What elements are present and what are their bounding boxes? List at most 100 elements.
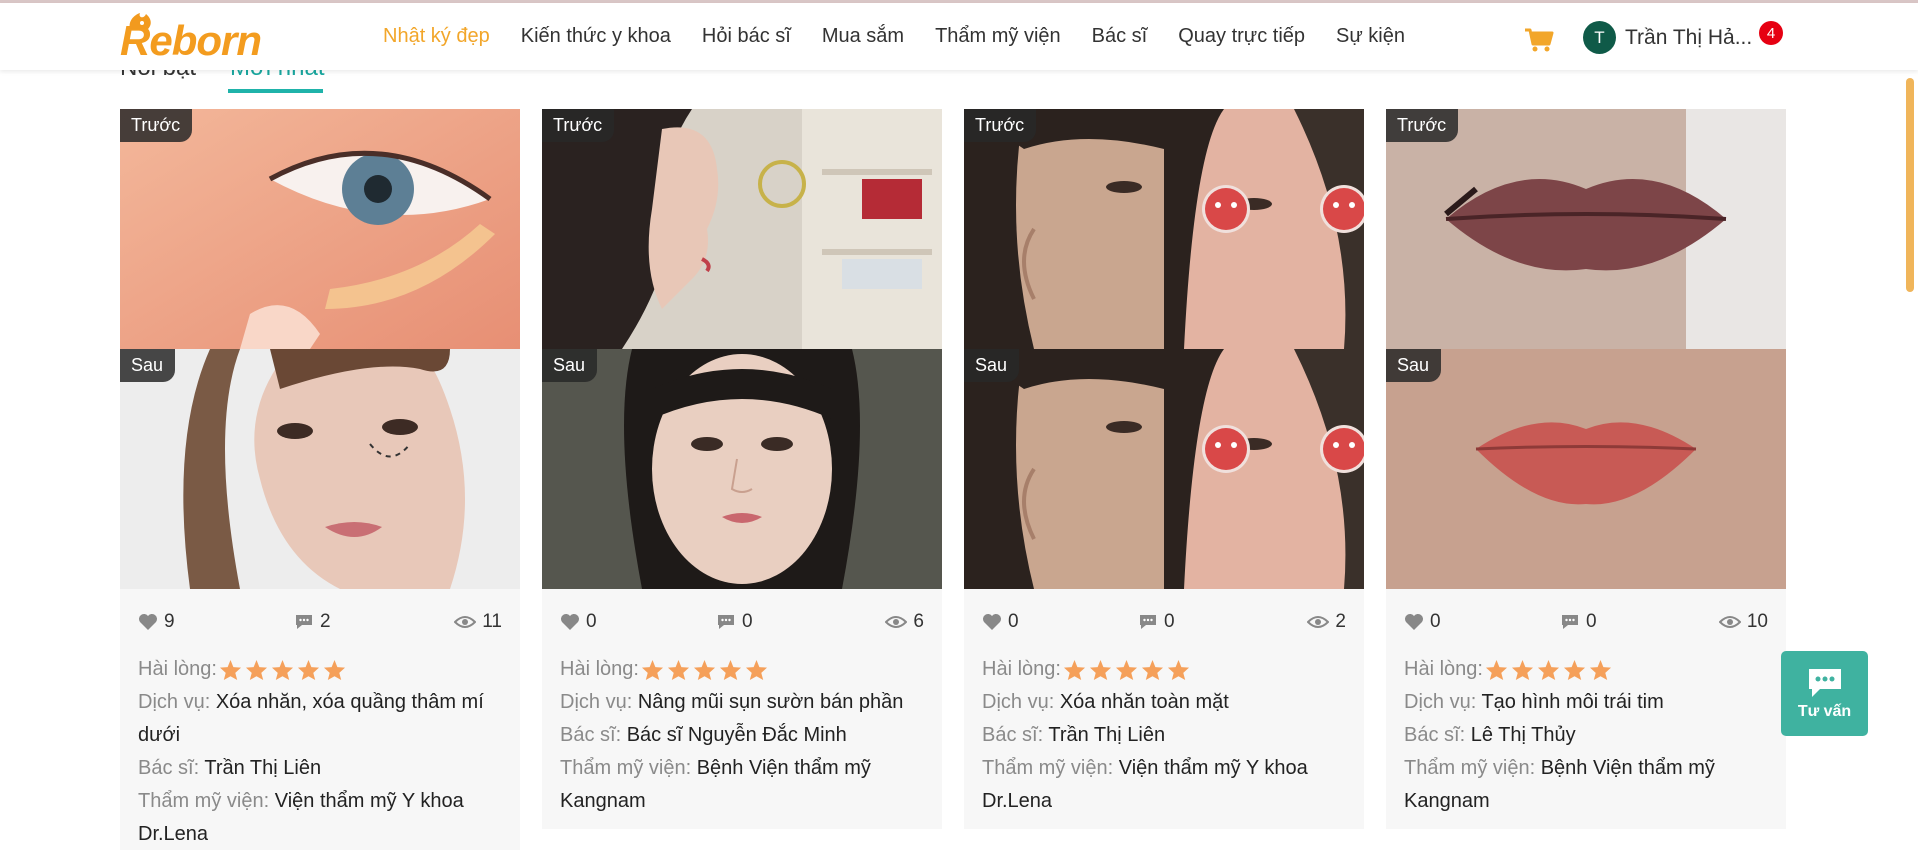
doctor-value[interactable]: Trần Thị Liên [1048, 724, 1165, 746]
like-count[interactable]: 0 [982, 611, 1019, 633]
heart-icon [1405, 614, 1423, 630]
front-face-photo [542, 349, 942, 589]
star-icon [641, 659, 663, 680]
user-menu[interactable]: T Trần Thị Hả... [1583, 21, 1752, 54]
star-icon [1167, 659, 1189, 680]
view-count: 2 [1307, 611, 1346, 633]
like-count[interactable]: 0 [1404, 611, 1441, 633]
after-tag: Sau [1386, 349, 1442, 382]
cart-icon[interactable] [1524, 27, 1554, 53]
card-info: Hài lòng: Dịch vụ: Xóa nhăn, xóa quầng t… [138, 653, 508, 850]
notification-badge[interactable]: 4 [1759, 21, 1783, 45]
nav-ask-doctor[interactable]: Hỏi bác sĩ [702, 25, 791, 48]
star-icon [245, 659, 267, 680]
card-stats: 0 0 2 [982, 611, 1346, 637]
before-tag: Trước [120, 109, 193, 142]
like-count[interactable]: 9 [138, 611, 175, 633]
comment-count[interactable]: 0 [716, 611, 753, 633]
nav-shopping[interactable]: Mua sắm [822, 25, 904, 48]
after-tag: Sau [120, 349, 176, 382]
view-count: 10 [1718, 611, 1768, 633]
card-stats: 0 0 6 [560, 611, 924, 637]
card-info: Hài lòng: Dịch vụ: Xóa nhăn toàn mặt Bác… [982, 653, 1352, 818]
before-tag: Trước [964, 109, 1037, 142]
service-line: Dịch vụ: Tạo hình môi trái tim [1404, 691, 1664, 713]
before-photo[interactable]: Trước [964, 109, 1364, 349]
comment-icon [296, 615, 312, 629]
star-icon [1485, 659, 1507, 680]
card-stats: 9 2 11 [138, 611, 502, 637]
heart-icon [139, 614, 157, 630]
nav-events[interactable]: Sự kiện [1336, 25, 1405, 48]
after-photo[interactable]: Sau [120, 349, 520, 589]
consult-label: Tư vấn [1797, 702, 1852, 720]
eye-icon [454, 616, 477, 628]
satisfaction-rating: Hài lòng: [982, 653, 1352, 686]
star-rating [641, 659, 768, 681]
comment-count[interactable]: 0 [1560, 611, 1597, 633]
before-photo[interactable]: Trước [1386, 109, 1786, 349]
card-info: Hài lòng: Dịch vụ: Nâng mũi sụn sườn bán… [560, 653, 930, 818]
comment-count[interactable]: 2 [294, 611, 331, 633]
comment-icon [1562, 615, 1578, 629]
doctor-line: Bác sĩ: Trần Thị Liên [982, 724, 1166, 746]
star-icon [1537, 659, 1559, 680]
after-tag: Sau [964, 349, 1020, 382]
star-icon [323, 659, 345, 680]
nav-doctors[interactable]: Bác sĩ [1092, 25, 1148, 48]
view-count: 6 [885, 611, 924, 633]
user-name: Trần Thị Hả... [1625, 25, 1753, 49]
nav-live[interactable]: Quay trực tiếp [1178, 25, 1305, 48]
before-tag: Trước [1386, 109, 1459, 142]
star-icon [1063, 659, 1085, 680]
eye-icon [1307, 616, 1330, 628]
after-photo[interactable]: Sau [1386, 349, 1786, 589]
doctor-value[interactable]: Bác sĩ Nguyễn Đắc Minh [627, 724, 847, 746]
star-icon [1141, 659, 1163, 680]
star-icon [1563, 659, 1585, 680]
side-profile-photo [542, 109, 942, 349]
clinic-line: Thẩm mỹ viện: Bệnh Viện thẩm mỹ Kangnam [1404, 757, 1715, 812]
like-count[interactable]: 0 [560, 611, 597, 633]
diary-card[interactable]: Trước Sau 0 0 10 Hài lòng: Dịch vụ: Tạo … [1386, 109, 1786, 829]
star-rating [1063, 659, 1190, 681]
view-count: 11 [454, 611, 502, 633]
before-photo[interactable]: Trước [542, 109, 942, 349]
doctor-line: Bác sĩ: Lê Thị Thủy [1404, 724, 1576, 746]
doctor-line: Bác sĩ: Bác sĩ Nguyễn Đắc Minh [560, 724, 847, 746]
star-icon [297, 659, 319, 680]
doctor-value[interactable]: Trần Thị Liên [204, 757, 321, 779]
face-halves-photo [964, 109, 1364, 349]
doctor-line: Bác sĩ: Trần Thị Liên [138, 757, 322, 779]
star-icon [1089, 659, 1111, 680]
doctor-value[interactable]: Lê Thị Thủy [1471, 724, 1576, 746]
nav-clinics[interactable]: Thẩm mỹ viện [935, 25, 1061, 48]
after-photo[interactable]: Sau [964, 349, 1364, 589]
star-icon [271, 659, 293, 680]
nav-medical-knowledge[interactable]: Kiến thức y khoa [521, 25, 671, 48]
service-line: Dịch vụ: Xóa nhăn toàn mặt [982, 691, 1229, 713]
nav-beauty-diary[interactable]: Nhật ký đẹp [383, 25, 490, 48]
comment-count[interactable]: 0 [1138, 611, 1175, 633]
logo-flame-icon [129, 13, 151, 29]
scrollbar[interactable] [1906, 78, 1914, 292]
eye-icon [1718, 616, 1741, 628]
diary-card[interactable]: Trước Sau 0 0 2 Hài lòng: Dịch vụ: Xóa n… [964, 109, 1364, 829]
diary-card[interactable]: Trước Sau 0 0 6 Hài lòng: Dịch vụ: Nâng … [542, 109, 942, 829]
after-photo[interactable]: Sau [542, 349, 942, 589]
star-icon [1511, 659, 1533, 680]
before-photo[interactable]: Trước [120, 109, 520, 349]
diary-card[interactable]: Trước Sau 9 2 11 Hài lòng: Dịch vụ: Xóa … [120, 109, 520, 850]
satisfaction-rating: Hài lòng: [1404, 653, 1774, 686]
eye-icon [885, 616, 908, 628]
woman-face-photo [120, 349, 520, 589]
clinic-line: Thẩm mỹ viện: Viện thẩm mỹ Y khoa Dr.Len… [138, 790, 464, 845]
service-value: Nâng mũi sụn sườn bán phần [637, 691, 904, 713]
lips-after-photo [1386, 349, 1786, 589]
star-icon [719, 659, 741, 680]
consult-button[interactable]: Tư vấn [1781, 651, 1868, 736]
logo[interactable]: Reborn [120, 13, 262, 69]
satisfaction-rating: Hài lòng: [560, 653, 930, 686]
face-halves-photo [964, 349, 1364, 589]
star-icon [693, 659, 715, 680]
